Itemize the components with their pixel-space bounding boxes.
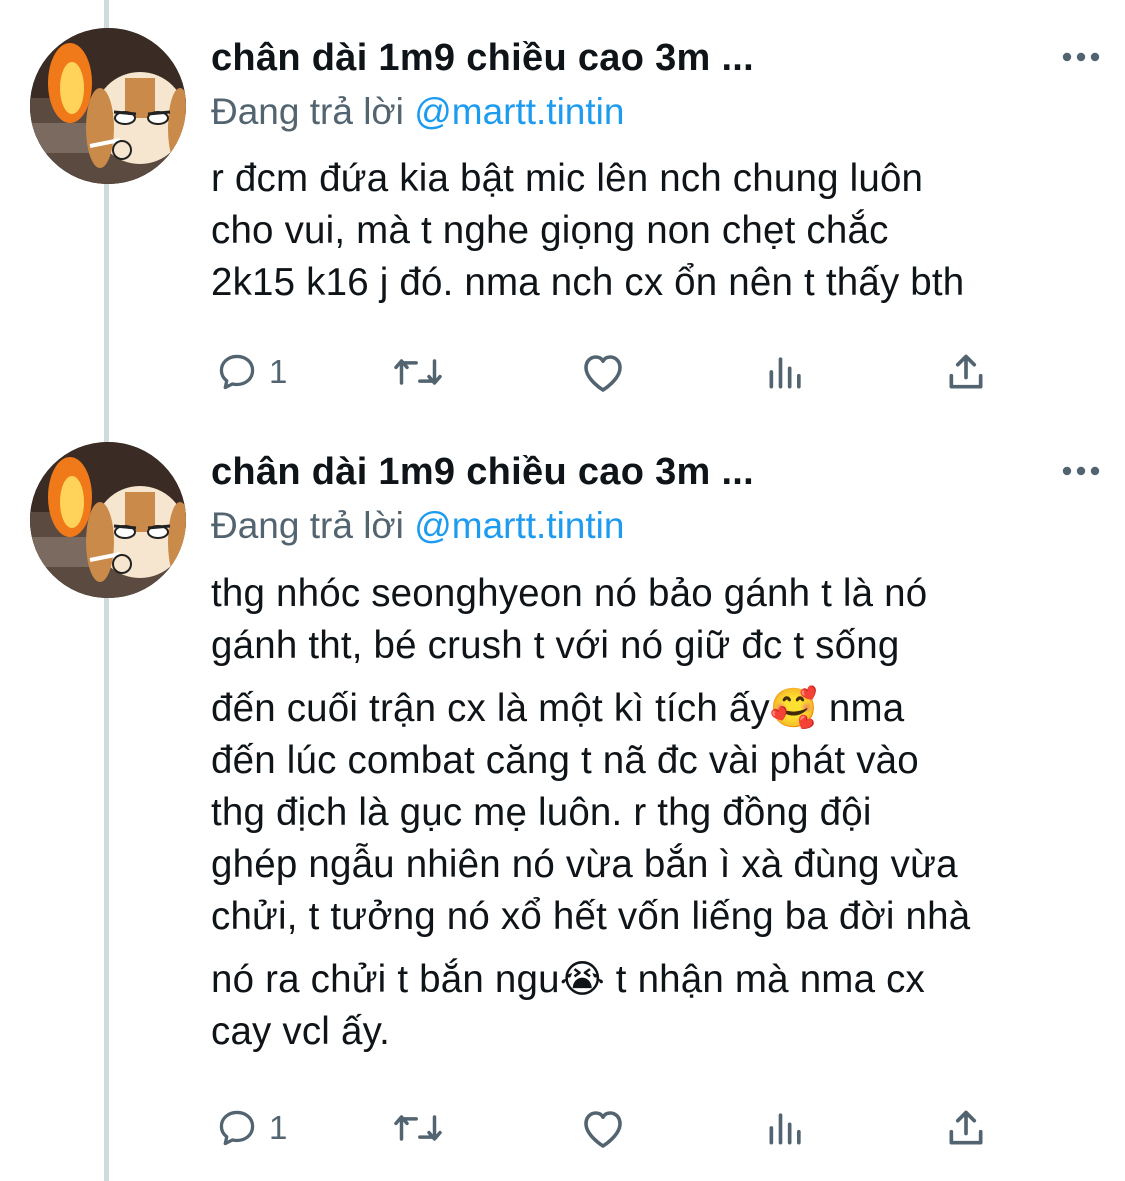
tweet-text-line: 2k15 k16 j đó. nma nch cx ổn nên t thấy … xyxy=(211,261,965,304)
views-button[interactable] xyxy=(764,1102,808,1154)
tweet-text-line: cay vcl ấy. xyxy=(211,1010,391,1053)
retweet-button[interactable] xyxy=(389,346,447,398)
tweet-text: r đcm đứa kia bật mic lên nch chung luôn… xyxy=(211,153,1091,309)
tweet-text: thg nhóc seonghyeon nó bảo gánh t là nó … xyxy=(211,568,1091,1058)
views-chart-icon xyxy=(769,357,801,389)
more-horizontal-icon[interactable] xyxy=(1061,42,1101,72)
replying-to-label: Đang trả lời xyxy=(211,505,415,546)
tweet-text-line: ghép ngẫu nhiên nó vừa bắn ì xà đùng vừa xyxy=(211,843,958,886)
retweet-button[interactable] xyxy=(389,1102,447,1154)
retweet-icon xyxy=(394,359,442,385)
reply-button[interactable]: 1 xyxy=(215,1102,287,1154)
reply-button[interactable]: 1 xyxy=(215,346,287,398)
tweet-text-line: chửi, t tưởng nó xổ hết vốn liếng ba đời… xyxy=(211,895,971,938)
replying-to-label: Đang trả lời xyxy=(211,91,415,132)
heart-icon xyxy=(584,355,622,392)
action-bar: 1 xyxy=(211,1102,1011,1154)
replying-to-handle[interactable]: @martt.tintin xyxy=(414,91,624,132)
avatar-image xyxy=(30,28,186,184)
replying-to: Đang trả lời @martt.tintin xyxy=(211,86,624,138)
reply-bubble-icon xyxy=(219,354,255,390)
replying-to: Đang trả lời @martt.tintin xyxy=(211,500,624,552)
replying-to-handle[interactable]: @martt.tintin xyxy=(414,505,624,546)
tweet-text-line: đến lúc combat căng t nã đc vài phát vào xyxy=(211,739,919,782)
reply-bubble-icon xyxy=(219,1110,255,1146)
heart-icon xyxy=(584,1111,622,1148)
action-bar: 1 xyxy=(211,346,1011,398)
views-chart-icon xyxy=(769,1113,801,1145)
retweet-icon xyxy=(394,1115,442,1141)
display-name[interactable]: chân dài 1m9 chiều cao 3m ... xyxy=(211,442,754,502)
more-horizontal-icon[interactable] xyxy=(1061,456,1101,486)
display-name[interactable]: chân dài 1m9 chiều cao 3m ... xyxy=(211,28,754,88)
tweet-text-line: r đcm đứa kia bật mic lên nch chung luôn xyxy=(211,157,924,200)
avatar-image xyxy=(30,442,186,598)
avatar[interactable] xyxy=(30,28,186,184)
reply-count: 1 xyxy=(269,1109,288,1146)
tweet-text-line: gánh tht, bé crush t với nó giữ đc t sốn… xyxy=(211,624,900,667)
tweet-text-line: thg nhóc seonghyeon nó bảo gánh t là nó xyxy=(211,572,928,615)
like-button[interactable] xyxy=(579,346,627,398)
reply-count: 1 xyxy=(269,353,288,390)
share-button[interactable] xyxy=(944,1102,988,1154)
tweet-text-line: đến cuối trận cx là một kì tích ấy🥰 nma xyxy=(211,687,905,730)
tweet-text-line: nó ra chửi t bắn ngu😭 t nhận mà nma cx xyxy=(211,958,925,1001)
views-button[interactable] xyxy=(764,346,808,398)
share-icon xyxy=(949,354,983,389)
tweet-text-line: thg địch là gục mẹ luôn. r thg đồng đội xyxy=(211,791,872,834)
share-button[interactable] xyxy=(944,346,988,398)
like-button[interactable] xyxy=(579,1102,627,1154)
share-icon xyxy=(949,1110,983,1145)
tweet-text-line: cho vui, mà t nghe giọng non chẹt chắc xyxy=(211,209,889,252)
avatar[interactable] xyxy=(30,442,186,598)
